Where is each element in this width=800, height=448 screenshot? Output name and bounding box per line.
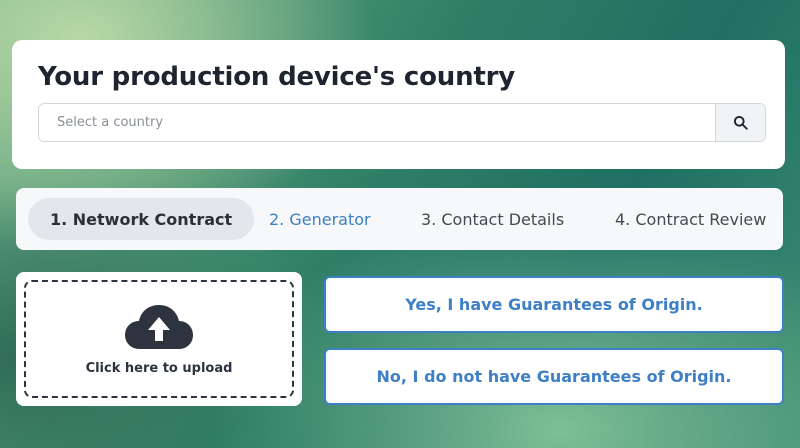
no-guarantees-button[interactable]: No, I do not have Guarantees of Origin. [324,348,784,405]
step-contract-review[interactable]: 4. Contract Review [615,198,766,240]
step-network-contract[interactable]: 1. Network Contract [28,198,255,240]
country-search-input[interactable] [39,104,715,141]
step-contact-details[interactable]: 3. Contact Details [421,198,564,240]
yes-guarantees-button[interactable]: Yes, I have Guarantees of Origin. [324,276,784,333]
page-title: Your production device's country [38,62,516,92]
search-icon [733,115,748,130]
progress-stepper: 1. Network Contract 2. Generator 3. Cont… [16,188,783,250]
step-generator[interactable]: 2. Generator [269,198,371,240]
upload-dropzone[interactable]: Click here to upload [24,280,294,398]
upload-label: Click here to upload [85,360,233,376]
country-card: Your production device's country [12,40,785,169]
cloud-upload-icon [125,304,193,349]
country-search [38,103,766,142]
search-button[interactable] [715,104,765,141]
upload-card: Click here to upload [16,272,302,406]
